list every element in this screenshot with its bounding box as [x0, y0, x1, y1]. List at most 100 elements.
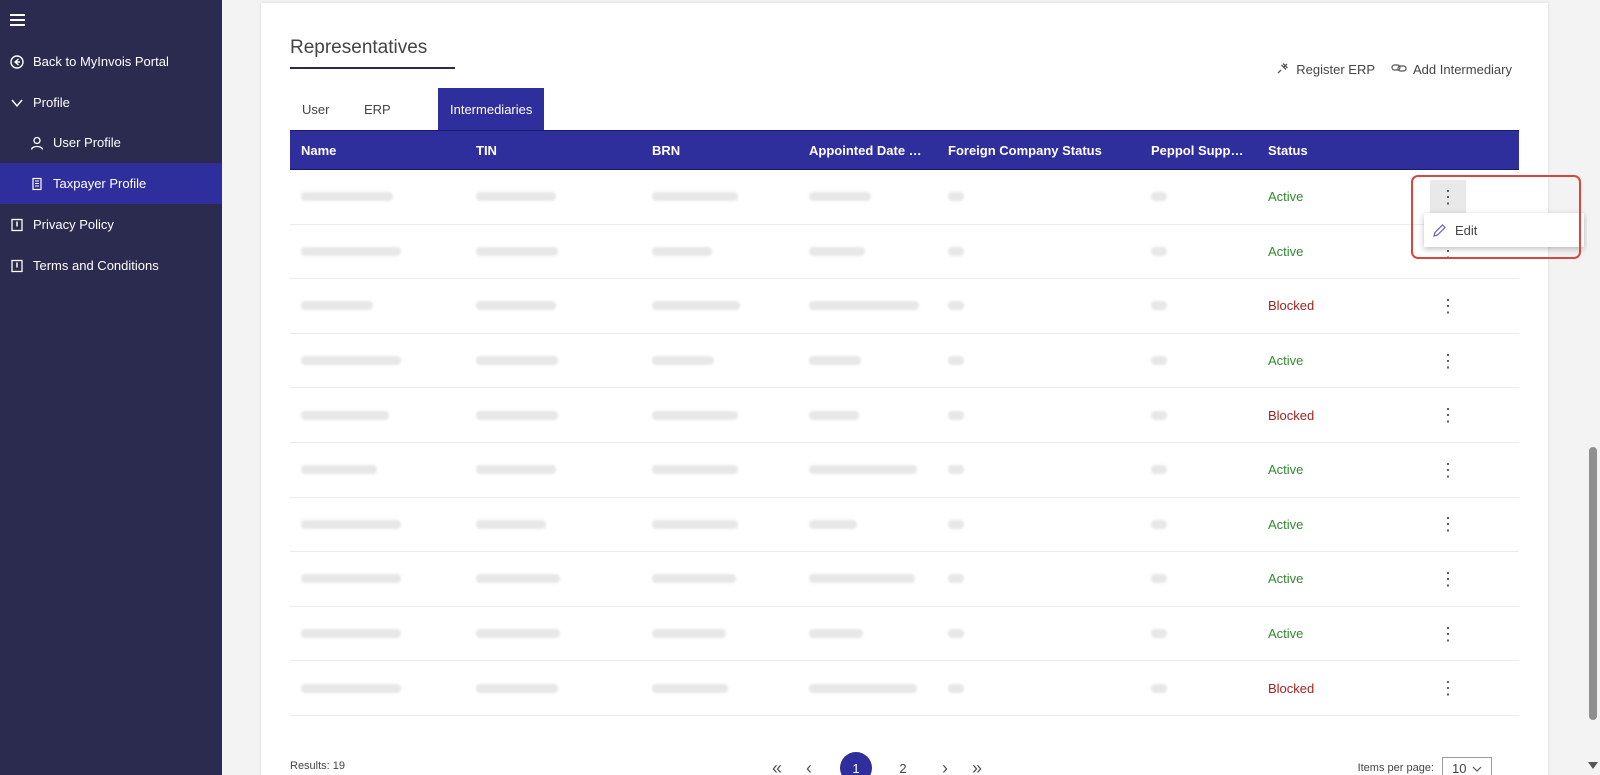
- redacted-name: [301, 629, 401, 639]
- sidebar-item-label: Privacy Policy: [33, 217, 114, 232]
- table-row: Active ⋮: [290, 606, 1519, 662]
- column-header-foreign-company-status[interactable]: Foreign Company Status: [937, 130, 1140, 170]
- redacted-foreign-status: [948, 246, 964, 256]
- status-badge: Active: [1257, 224, 1419, 280]
- row-actions-kebab-icon[interactable]: ⋮: [1430, 398, 1466, 432]
- row-actions-kebab-icon[interactable]: ⋮: [1430, 179, 1466, 214]
- redacted-name: [301, 683, 401, 693]
- sidebar-item-label: Back to MyInvois Portal: [33, 54, 169, 69]
- redacted-foreign-status: [948, 574, 964, 584]
- column-header-peppol-support[interactable]: Peppol Suppor...: [1140, 130, 1257, 170]
- table-header-row: Name TIN BRN Appointed Date Fr... Foreig…: [290, 130, 1519, 170]
- redacted-date: [809, 410, 859, 420]
- sidebar-item-user-profile[interactable]: User Profile: [0, 122, 222, 163]
- status-badge: Active: [1257, 442, 1419, 498]
- status-badge: Active: [1257, 497, 1419, 553]
- page-2[interactable]: 2: [887, 752, 919, 775]
- add-intermediary-button[interactable]: Add Intermediary: [1391, 61, 1512, 78]
- tab-intermediaries[interactable]: Intermediaries: [438, 88, 545, 130]
- redacted-foreign-status: [948, 192, 964, 202]
- sidebar-item-privacy-policy[interactable]: Privacy Policy: [0, 204, 222, 245]
- redacted-foreign-status: [948, 356, 964, 366]
- pagination: « ‹ 1 2 › »: [761, 752, 993, 775]
- redacted-name: [301, 519, 401, 529]
- edit-menu-item[interactable]: Edit: [1432, 223, 1477, 238]
- sidebar-item-label: Taxpayer Profile: [53, 176, 147, 191]
- sidebar-item-terms-and-conditions[interactable]: Terms and Conditions: [0, 245, 222, 286]
- row-actions-kebab-icon[interactable]: ⋮: [1430, 289, 1466, 323]
- redacted-brn: [652, 519, 738, 529]
- tab-erp[interactable]: ERP: [352, 88, 438, 130]
- redacted-foreign-status: [948, 410, 964, 420]
- page-scrollbar[interactable]: [1587, 0, 1600, 775]
- redacted-tin: [476, 192, 556, 202]
- row-actions-kebab-icon[interactable]: ⋮: [1430, 617, 1466, 651]
- last-page-icon[interactable]: »: [961, 755, 993, 775]
- status-badge: Active: [1257, 169, 1419, 225]
- items-per-page-label: Items per page:: [1357, 762, 1434, 774]
- redacted-name: [301, 301, 373, 311]
- column-header-tin[interactable]: TIN: [465, 130, 641, 170]
- plug-icon: [1276, 61, 1290, 78]
- tab-user[interactable]: User: [290, 88, 352, 130]
- redacted-date: [809, 301, 919, 311]
- items-per-page-select[interactable]: 10: [1442, 757, 1492, 775]
- table-row: Active ⋮: [290, 224, 1519, 280]
- building-icon: [30, 177, 44, 191]
- redacted-date: [809, 246, 865, 256]
- sidebar-item-label: Profile: [33, 95, 70, 110]
- sidebar-item-profile[interactable]: Profile: [0, 82, 222, 123]
- register-erp-button[interactable]: Register ERP: [1276, 61, 1375, 78]
- redacted-date: [809, 519, 857, 529]
- redacted-date: [809, 629, 863, 639]
- tab-bar: User ERP Intermediaries: [290, 88, 545, 130]
- person-icon: [30, 136, 44, 150]
- redacted-name: [301, 574, 401, 584]
- register-erp-label: Register ERP: [1296, 62, 1375, 77]
- redacted-peppol: [1151, 574, 1167, 584]
- column-header-name[interactable]: Name: [290, 130, 465, 170]
- row-actions-kebab-icon[interactable]: ⋮: [1430, 344, 1466, 378]
- row-actions-kebab-icon[interactable]: ⋮: [1430, 507, 1466, 541]
- redacted-brn: [652, 465, 738, 475]
- row-actions-kebab-icon[interactable]: ⋮: [1430, 453, 1466, 487]
- redacted-peppol: [1151, 356, 1167, 366]
- column-header-status[interactable]: Status: [1257, 130, 1419, 170]
- representatives-card: Representatives Register ERP Add Interme…: [261, 3, 1548, 775]
- results-count: Results: 19: [290, 760, 346, 772]
- status-badge: Active: [1257, 606, 1419, 662]
- row-actions-kebab-icon[interactable]: ⋮: [1430, 562, 1466, 596]
- column-header-appointed-date[interactable]: Appointed Date Fr...: [798, 130, 937, 170]
- redacted-tin: [476, 301, 556, 311]
- scrollbar-thumb[interactable]: [1589, 447, 1597, 720]
- status-badge: Active: [1257, 333, 1419, 389]
- row-actions-kebab-icon[interactable]: ⋮: [1430, 671, 1466, 705]
- status-badge: Blocked: [1257, 278, 1419, 334]
- page-current[interactable]: 1: [840, 752, 872, 775]
- redacted-tin: [476, 356, 558, 366]
- hamburger-menu-icon[interactable]: [10, 14, 26, 28]
- chevron-down-icon: [1472, 761, 1482, 775]
- first-page-icon[interactable]: «: [761, 755, 793, 775]
- redacted-brn: [652, 246, 712, 256]
- previous-page-icon[interactable]: ‹: [793, 755, 825, 775]
- items-per-page: Items per page: 10: [1358, 757, 1492, 775]
- chevron-down-icon: [10, 96, 24, 110]
- redacted-foreign-status: [948, 301, 964, 311]
- sidebar-item-taxpayer-profile[interactable]: Taxpayer Profile: [0, 163, 222, 204]
- status-badge: Blocked: [1257, 660, 1419, 716]
- next-page-icon[interactable]: ›: [929, 755, 961, 775]
- column-header-brn[interactable]: BRN: [641, 130, 798, 170]
- sidebar-item-back-to-portal[interactable]: Back to MyInvois Portal: [0, 41, 222, 82]
- section-title: Representatives: [290, 37, 428, 58]
- redacted-tin: [476, 410, 558, 420]
- title-underline: [290, 67, 455, 69]
- scroll-down-arrow-icon[interactable]: [1588, 762, 1598, 769]
- redacted-peppol: [1151, 192, 1167, 202]
- redacted-brn: [652, 410, 738, 420]
- redacted-tin: [476, 574, 560, 584]
- redacted-date: [809, 574, 915, 584]
- table-row: Blocked ⋮: [290, 278, 1519, 334]
- edit-label: Edit: [1455, 222, 1478, 238]
- redacted-tin: [476, 683, 558, 693]
